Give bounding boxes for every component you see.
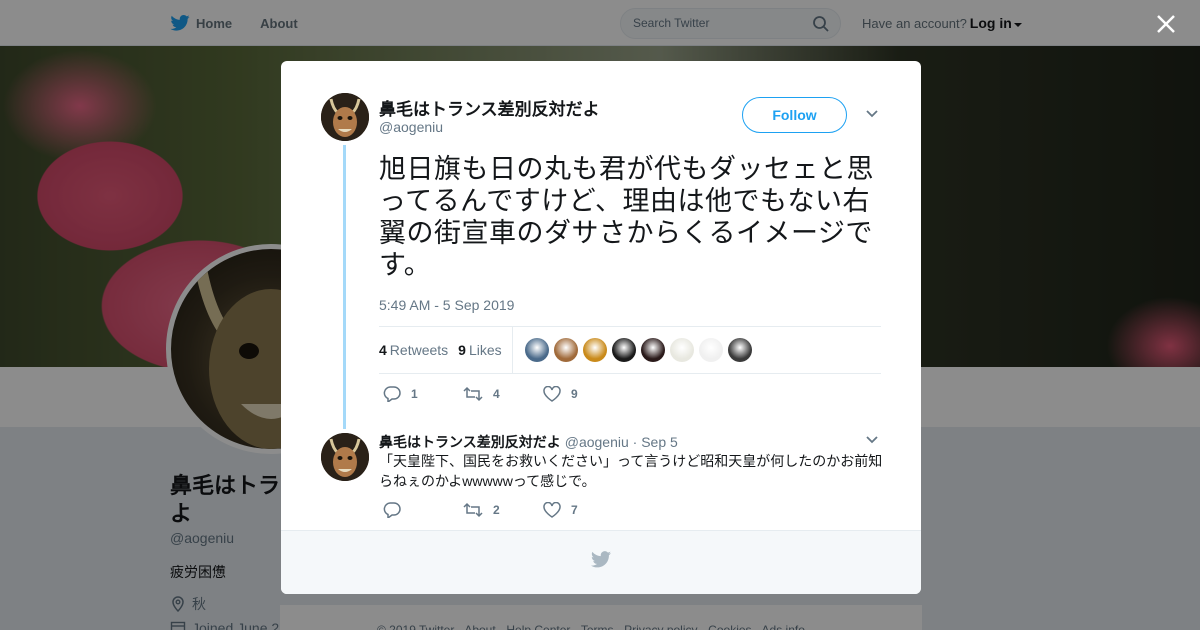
liker-avatars — [524, 338, 757, 362]
reply-author-avatar[interactable] — [321, 433, 369, 481]
retweet-icon — [463, 386, 483, 402]
reply-icon — [383, 502, 401, 518]
reply-reply-action[interactable] — [383, 502, 463, 518]
reply-like-action[interactable]: 7 — [543, 502, 623, 518]
tweet-author-name[interactable]: 鼻毛はトランス差別反対だよ — [379, 95, 600, 120]
reply-author-name[interactable]: 鼻毛はトランス差別反対だよ — [379, 434, 561, 450]
liker-avatar[interactable] — [640, 338, 665, 362]
liker-avatar[interactable] — [582, 338, 607, 362]
liker-avatar[interactable] — [669, 338, 694, 362]
heart-icon — [543, 386, 561, 402]
tweet-modal: 鼻毛はトランス差別反対だよ @aogeniu Follow 旭日旗も日の丸も君が… — [281, 61, 921, 594]
retweet-count: 4 — [379, 342, 387, 358]
tweet-author-handle[interactable]: @aogeniu — [379, 119, 443, 135]
chevron-down-icon[interactable] — [865, 435, 879, 445]
hannya-mask-icon — [321, 93, 369, 141]
retweet-stat[interactable]: 4 Retweets — [379, 342, 448, 358]
tweet-author-avatar[interactable] — [321, 93, 369, 141]
chevron-down-icon[interactable] — [865, 109, 879, 119]
retweet-label: Retweets — [389, 342, 449, 358]
tweet-actions: 1 4 9 — [383, 386, 623, 402]
like-action-count: 9 — [571, 387, 578, 401]
stats-divider — [511, 327, 513, 373]
reply-header: 鼻毛はトランス差別反対だよ @aogeniu · Sep 5 — [379, 432, 678, 452]
follow-button[interactable]: Follow — [742, 97, 847, 133]
tweet-stats: 4 Retweets 9 Likes — [379, 326, 881, 374]
liker-avatar[interactable] — [698, 338, 723, 362]
likes-count: 9 — [458, 342, 466, 358]
heart-icon — [543, 502, 561, 518]
like-action[interactable]: 9 — [543, 386, 623, 402]
retweet-icon — [463, 502, 483, 518]
reply-actions: 2 7 — [383, 502, 623, 518]
reply-action[interactable]: 1 — [383, 386, 463, 402]
reply-author-handle[interactable]: @aogeniu — [565, 434, 629, 450]
reply-icon — [383, 386, 401, 402]
reply-text: 「天皇陛下、国民をお救いください」って言うけど昭和天皇が何したのかお前知らねぇの… — [379, 453, 883, 489]
liker-avatar[interactable] — [611, 338, 636, 362]
tweet-timestamp[interactable]: 5:49 AM - 5 Sep 2019 — [379, 297, 514, 313]
twitter-bird-icon — [591, 551, 611, 568]
hannya-mask-icon — [321, 433, 369, 481]
thread-line — [343, 145, 346, 429]
modal-footer — [281, 530, 921, 594]
liker-avatar[interactable] — [524, 338, 549, 362]
reply-retweet-action[interactable]: 2 — [463, 502, 543, 518]
liker-avatar[interactable] — [727, 338, 752, 362]
reply-date[interactable]: · Sep 5 — [633, 434, 678, 450]
reply-count: 1 — [411, 387, 418, 401]
liker-avatar[interactable] — [553, 338, 578, 362]
tweet-text: 旭日旗も日の丸も君が代もダッセェと思ってるんですけど、理由は他でもない右翼の街宣… — [379, 154, 874, 280]
reply-retweet-count: 2 — [493, 503, 500, 517]
reply-like-count: 7 — [571, 503, 578, 517]
retweet-action[interactable]: 4 — [463, 386, 543, 402]
likes-stat[interactable]: 9 Likes — [458, 342, 501, 358]
retweet-action-count: 4 — [493, 387, 500, 401]
likes-label: Likes — [468, 342, 502, 358]
close-icon[interactable] — [1154, 12, 1178, 36]
